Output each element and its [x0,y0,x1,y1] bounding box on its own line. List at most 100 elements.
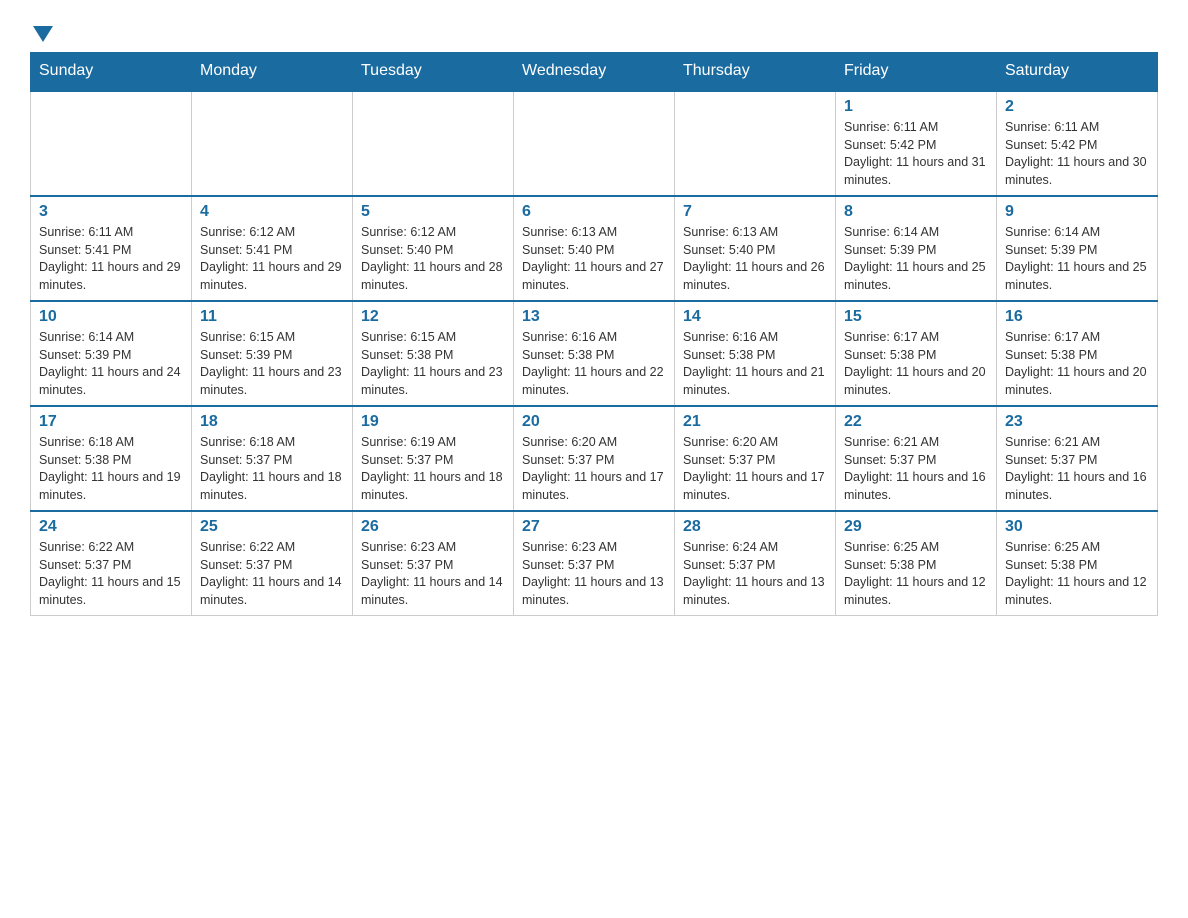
logo-general-text [30,20,53,42]
day-info: Sunrise: 6:14 AMSunset: 5:39 PMDaylight:… [844,224,988,294]
day-number: 26 [361,518,505,536]
day-number: 28 [683,518,827,536]
calendar-cell: 14 Sunrise: 6:16 AMSunset: 5:38 PMDayligh… [675,301,836,406]
day-info: Sunrise: 6:23 AMSunset: 5:37 PMDaylight:… [522,539,666,609]
calendar-cell: 17 Sunrise: 6:18 AMSunset: 5:38 PMDayligh… [31,406,192,511]
day-number: 24 [39,518,183,536]
calendar-cell: 2 Sunrise: 6:11 AMSunset: 5:42 PMDaylight… [997,91,1158,196]
calendar-cell: 23Sunrise: 6:21 AMSunset: 5:37 PMDayligh… [997,406,1158,511]
day-number: 15 [844,308,988,326]
day-number: 25 [200,518,344,536]
day-info: Sunrise: 6:22 AMSunset: 5:37 PMDaylight:… [39,539,183,609]
calendar-table: SundayMondayTuesdayWednesdayThursdayFrid… [30,52,1158,616]
calendar-cell: 21 Sunrise: 6:20 AMSunset: 5:37 PMDayligh… [675,406,836,511]
calendar-cell: 1 Sunrise: 6:11 AMSunset: 5:42 PMDaylight… [836,91,997,196]
calendar-cell: 29 Sunrise: 6:25 AMSunset: 5:38 PMDayligh… [836,511,997,616]
day-number: 16 [1005,308,1149,326]
day-info: Sunrise: 6:21 AMSunset: 5:37 PMDaylight:… [844,434,988,504]
day-header-monday: Monday [192,52,353,91]
calendar-cell [675,91,836,196]
calendar-cell: 10 Sunrise: 6:14 AMSunset: 5:39 PMDayligh… [31,301,192,406]
calendar-week-3: 10 Sunrise: 6:14 AMSunset: 5:39 PMDayligh… [31,301,1158,406]
day-info: Sunrise: 6:20 AMSunset: 5:37 PMDaylight:… [683,434,827,504]
day-info: Sunrise: 6:17 AMSunset: 5:38 PMDaylight:… [1005,329,1149,399]
day-number: 3 [39,203,183,221]
calendar-cell: 20 Sunrise: 6:20 AMSunset: 5:37 PMDayligh… [514,406,675,511]
day-header-wednesday: Wednesday [514,52,675,91]
calendar-cell [514,91,675,196]
day-info: Sunrise: 6:14 AMSunset: 5:39 PMDaylight:… [39,329,183,399]
day-number: 4 [200,203,344,221]
calendar-cell: 9 Sunrise: 6:14 AMSunset: 5:39 PMDaylight… [997,196,1158,301]
day-header-sunday: Sunday [31,52,192,91]
calendar-cell: 27 Sunrise: 6:23 AMSunset: 5:37 PMDayligh… [514,511,675,616]
day-info: Sunrise: 6:20 AMSunset: 5:37 PMDaylight:… [522,434,666,504]
calendar-cell: 8Sunrise: 6:14 AMSunset: 5:39 PMDaylight… [836,196,997,301]
day-number: 19 [361,413,505,431]
logo-arrow-icon [33,26,53,42]
day-info: Sunrise: 6:11 AMSunset: 5:41 PMDaylight:… [39,224,183,294]
day-info: Sunrise: 6:14 AMSunset: 5:39 PMDaylight:… [1005,224,1149,294]
calendar-cell: 24 Sunrise: 6:22 AMSunset: 5:37 PMDayligh… [31,511,192,616]
day-number: 17 [39,413,183,431]
day-number: 6 [522,203,666,221]
day-info: Sunrise: 6:16 AMSunset: 5:38 PMDaylight:… [522,329,666,399]
calendar-cell: 25Sunrise: 6:22 AMSunset: 5:37 PMDayligh… [192,511,353,616]
day-info: Sunrise: 6:15 AMSunset: 5:39 PMDaylight:… [200,329,344,399]
calendar-cell: 7 Sunrise: 6:13 AMSunset: 5:40 PMDaylight… [675,196,836,301]
day-number: 23 [1005,413,1149,431]
day-header-friday: Friday [836,52,997,91]
day-info: Sunrise: 6:13 AMSunset: 5:40 PMDaylight:… [522,224,666,294]
day-info: Sunrise: 6:25 AMSunset: 5:38 PMDaylight:… [1005,539,1149,609]
calendar-cell: 22 Sunrise: 6:21 AMSunset: 5:37 PMDayligh… [836,406,997,511]
day-info: Sunrise: 6:12 AMSunset: 5:40 PMDaylight:… [361,224,505,294]
day-info: Sunrise: 6:23 AMSunset: 5:37 PMDaylight:… [361,539,505,609]
calendar-cell: 15 Sunrise: 6:17 AMSunset: 5:38 PMDayligh… [836,301,997,406]
day-number: 10 [39,308,183,326]
calendar-cell [353,91,514,196]
calendar-cell [192,91,353,196]
calendar-cell: 12Sunrise: 6:15 AMSunset: 5:38 PMDayligh… [353,301,514,406]
day-info: Sunrise: 6:18 AMSunset: 5:37 PMDaylight:… [200,434,344,504]
calendar-cell: 26 Sunrise: 6:23 AMSunset: 5:37 PMDayligh… [353,511,514,616]
day-number: 14 [683,308,827,326]
day-number: 29 [844,518,988,536]
day-number: 22 [844,413,988,431]
day-info: Sunrise: 6:17 AMSunset: 5:38 PMDaylight:… [844,329,988,399]
calendar-week-4: 17 Sunrise: 6:18 AMSunset: 5:38 PMDayligh… [31,406,1158,511]
calendar-cell: 6 Sunrise: 6:13 AMSunset: 5:40 PMDaylight… [514,196,675,301]
logo [30,20,53,42]
calendar-cell [31,91,192,196]
calendar-week-1: 1 Sunrise: 6:11 AMSunset: 5:42 PMDaylight… [31,91,1158,196]
day-info: Sunrise: 6:11 AMSunset: 5:42 PMDaylight:… [1005,119,1149,189]
calendar-cell: 11Sunrise: 6:15 AMSunset: 5:39 PMDayligh… [192,301,353,406]
page-header [30,20,1158,42]
calendar-cell: 28Sunrise: 6:24 AMSunset: 5:37 PMDayligh… [675,511,836,616]
calendar-week-5: 24 Sunrise: 6:22 AMSunset: 5:37 PMDayligh… [31,511,1158,616]
day-number: 13 [522,308,666,326]
day-number: 20 [522,413,666,431]
day-number: 7 [683,203,827,221]
calendar-cell: 4 Sunrise: 6:12 AMSunset: 5:41 PMDaylight… [192,196,353,301]
day-number: 30 [1005,518,1149,536]
day-number: 1 [844,98,988,116]
calendar-cell: 5 Sunrise: 6:12 AMSunset: 5:40 PMDaylight… [353,196,514,301]
day-info: Sunrise: 6:18 AMSunset: 5:38 PMDaylight:… [39,434,183,504]
day-info: Sunrise: 6:12 AMSunset: 5:41 PMDaylight:… [200,224,344,294]
day-info: Sunrise: 6:11 AMSunset: 5:42 PMDaylight:… [844,119,988,189]
day-number: 27 [522,518,666,536]
calendar-header-row: SundayMondayTuesdayWednesdayThursdayFrid… [31,52,1158,91]
day-number: 9 [1005,203,1149,221]
day-header-saturday: Saturday [997,52,1158,91]
day-info: Sunrise: 6:16 AMSunset: 5:38 PMDaylight:… [683,329,827,399]
calendar-cell: 19Sunrise: 6:19 AMSunset: 5:37 PMDayligh… [353,406,514,511]
day-header-tuesday: Tuesday [353,52,514,91]
day-number: 5 [361,203,505,221]
calendar-cell: 16 Sunrise: 6:17 AMSunset: 5:38 PMDayligh… [997,301,1158,406]
calendar-cell: 18Sunrise: 6:18 AMSunset: 5:37 PMDayligh… [192,406,353,511]
day-info: Sunrise: 6:13 AMSunset: 5:40 PMDaylight:… [683,224,827,294]
calendar-cell: 30 Sunrise: 6:25 AMSunset: 5:38 PMDayligh… [997,511,1158,616]
day-info: Sunrise: 6:25 AMSunset: 5:38 PMDaylight:… [844,539,988,609]
day-number: 2 [1005,98,1149,116]
day-number: 21 [683,413,827,431]
